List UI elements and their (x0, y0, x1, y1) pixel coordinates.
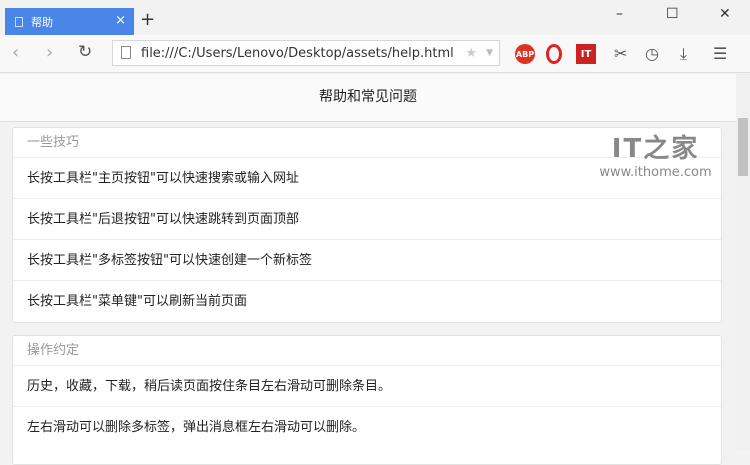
file-icon (121, 46, 131, 59)
watermark-logo: IT之家 (611, 134, 700, 164)
page-title: 帮助和常见问题 (0, 74, 736, 122)
tab-help[interactable]: 帮助 × (5, 8, 134, 35)
reload-icon[interactable]: ↻ (78, 42, 92, 62)
address-bar[interactable]: file:///C:/Users/Lenovo/Desktop/assets/h… (112, 40, 500, 66)
scrollbar[interactable] (736, 74, 750, 450)
dropdown-icon[interactable]: ▼ (486, 48, 493, 58)
url-text: file:///C:/Users/Lenovo/Desktop/assets/h… (141, 45, 454, 61)
minimize-button[interactable]: – (616, 6, 623, 22)
list-item: 长按工具栏"菜单键"可以刷新当前页面 (27, 294, 247, 309)
section-title: 操作约定 (13, 336, 721, 366)
tab-title: 帮助 (31, 15, 53, 29)
opera-icon[interactable] (546, 44, 562, 64)
list-item: 历史，收藏，下载，稍后读页面按住条目左右滑动可删除条目。 (13, 366, 721, 407)
list-item: 长按工具栏"多标签按钮"可以快速创建一个新标签 (13, 240, 721, 281)
star-icon[interactable]: ★ (465, 46, 477, 61)
scissors-icon[interactable]: ✂ (614, 44, 627, 63)
new-tab-button[interactable]: + (140, 9, 155, 30)
tab-bar: 帮助 × + – ☐ ✕ (0, 0, 750, 35)
ithome-ext-icon[interactable]: IT (576, 44, 596, 64)
forward-icon[interactable]: › (46, 42, 53, 63)
toolbar: ‹ › ↻ file:///C:/Users/Lenovo/Desktop/as… (0, 35, 750, 73)
watermark-site: www.ithome.com (599, 165, 712, 180)
download-icon[interactable]: ⤓ (680, 44, 687, 64)
scrollbar-thumb[interactable] (738, 118, 748, 176)
adblock-icon[interactable]: ABP (515, 44, 535, 64)
close-window-button[interactable]: ✕ (719, 6, 731, 22)
ithome-watermark: IT之家 www.ithome.com (598, 128, 713, 180)
operations-section: 操作约定 历史，收藏，下载，稍后读页面按住条目左右滑动可删除条目。 左右滑动可以… (12, 335, 722, 465)
maximize-button[interactable]: ☐ (666, 6, 679, 22)
history-icon[interactable]: ◷ (645, 44, 659, 63)
menu-icon[interactable]: ☰ (713, 44, 727, 63)
page-icon (15, 16, 23, 27)
list-item: 左右滑动可以删除多标签，弹出消息框左右滑动可以删除。 (27, 420, 366, 435)
back-icon[interactable]: ‹ (12, 42, 19, 63)
tab-close-icon[interactable]: × (115, 13, 126, 28)
list-item: 长按工具栏"后退按钮"可以快速跳转到页面顶部 (13, 199, 721, 240)
